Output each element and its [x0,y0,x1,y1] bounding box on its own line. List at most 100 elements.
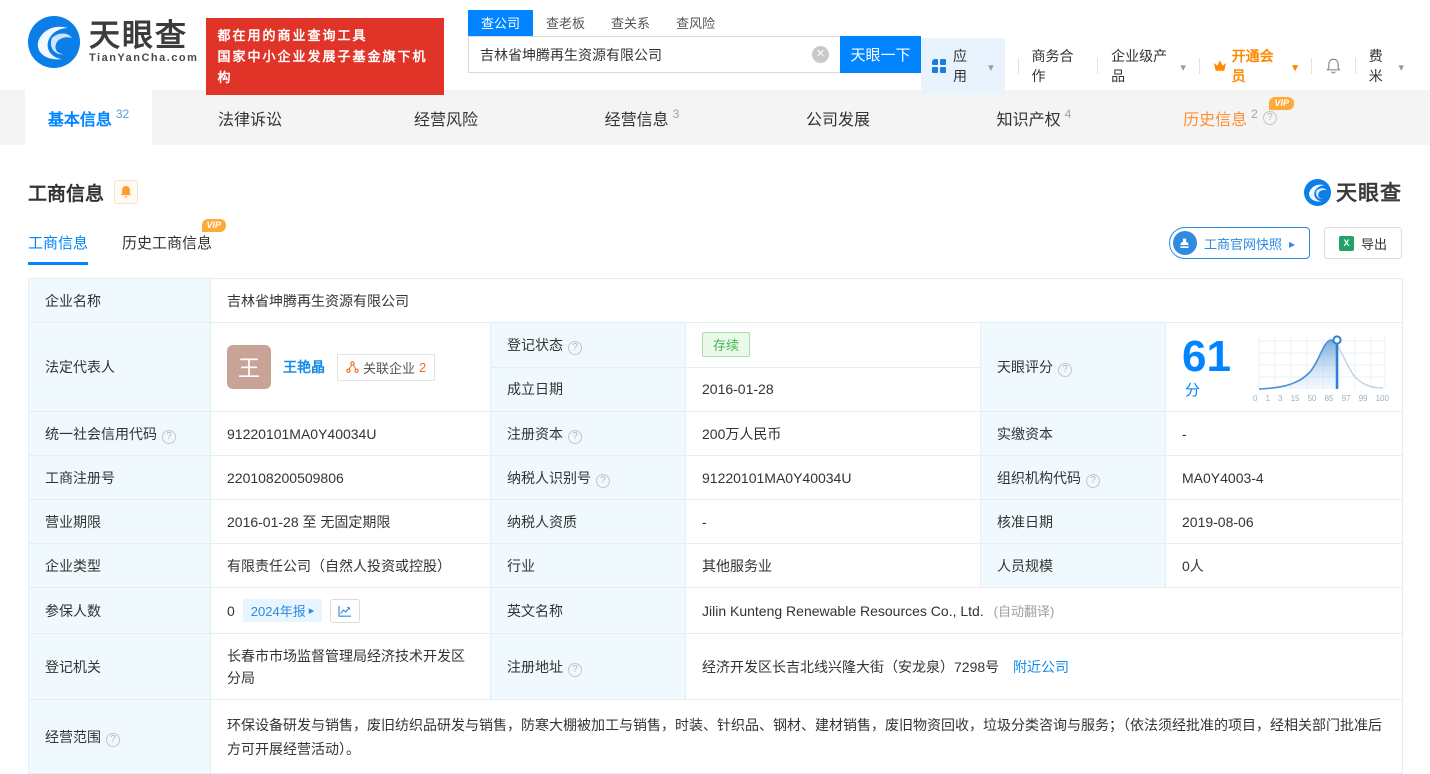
related-companies-label: 关联企业 [363,358,415,377]
tick-label: 50 [1308,394,1317,403]
open-vip-label: 开通会员 [1232,46,1284,86]
tick-label: 99 [1359,394,1368,403]
annual-report-badge[interactable]: 2024年报 [243,599,322,622]
related-companies-count: 2 [419,360,426,375]
tab-basic-count: 32 [116,107,129,121]
establish-date-label: 成立日期 [491,367,686,412]
question-icon[interactable] [568,663,582,677]
taxpayer-qualification-label: 纳税人资质 [491,500,686,544]
notification-bell-icon[interactable] [1325,57,1342,75]
official-snapshot-button[interactable]: 工商官网快照 [1169,227,1310,259]
table-row: 企业名称 吉林省坤腾再生资源有限公司 [29,279,1403,323]
question-icon[interactable] [162,430,176,444]
chevron-down-icon [1176,58,1186,74]
tianyancha-logo[interactable]: 天眼查 TianYanCha.com [28,16,198,68]
search-bar: 天眼一下 [468,36,921,73]
tab-history-info[interactable]: VIP 历史信息 2 [1132,90,1328,145]
search-clear-icon[interactable] [812,46,829,63]
subtab-history-business-info[interactable]: VIP 历史工商信息 [122,232,212,265]
enterprise-name-label: 企业名称 [29,279,211,323]
chevron-down-icon [984,58,994,74]
excel-icon [1339,236,1354,251]
company-type-label: 企业类型 [29,544,211,588]
tick-label: 15 [1291,394,1300,403]
export-label: 导出 [1361,234,1387,253]
approval-date-label: 核准日期 [981,500,1166,544]
open-vip-button[interactable]: 开通会员 [1213,46,1298,86]
credit-code-value: 91220101MA0Y40034U [211,412,491,456]
watermark-logo: 天眼查 [1304,177,1402,207]
subtab-row: 工商信息 VIP 历史工商信息 工商官网快照 导出 [28,227,1402,265]
search-button[interactable]: 天眼一下 [840,36,921,73]
nav-cooperation[interactable]: 商务合作 [1032,46,1085,86]
trend-chart-button[interactable] [330,599,360,623]
tab-history-count: 2 [1251,107,1258,121]
nearby-companies-link[interactable]: 附近公司 [1013,659,1069,675]
reg-authority-value: 长春市市场监督管理局经济技术开发区分局 [211,634,491,700]
legal-rep-avatar[interactable]: 王 [227,345,271,389]
tick-label: 97 [1342,394,1351,403]
trend-chart-icon [338,605,352,617]
section-header: 工商信息 天眼查 [28,177,1402,207]
reg-status-label: 登记状态 [491,323,686,368]
credit-code-label-text: 统一社会信用代码 [45,426,157,442]
vip-badge: VIP [202,219,227,232]
tick-label: 100 [1376,394,1389,403]
tab-legal[interactable]: 法律诉讼 [152,90,348,145]
staff-size-label: 人员规模 [981,544,1166,588]
nav-enterprise-products[interactable]: 企业级产品 [1111,46,1186,86]
snapshot-label: 工商官网快照 [1204,234,1282,253]
question-icon[interactable] [596,474,610,488]
subtab-business-info[interactable]: 工商信息 [28,232,88,265]
question-icon[interactable] [568,341,582,355]
score-distribution-chart: 0 1 3 15 50 85 97 99 100 [1253,331,1389,403]
tab-intellectual-property[interactable]: 知识产权 4 [936,90,1132,145]
paid-capital-value: - [1166,412,1403,456]
tab-basic-info[interactable]: 基本信息 32 [25,90,152,145]
question-icon[interactable] [1263,111,1277,125]
reg-status-value: 存续 [686,323,981,368]
question-icon[interactable] [106,733,120,747]
export-button[interactable]: 导出 [1324,227,1402,259]
status-badge: 存续 [702,332,750,357]
search-tab-boss[interactable]: 查老板 [533,10,598,36]
industry-value: 其他服务业 [686,544,981,588]
legal-rep-name-link[interactable]: 王艳晶 [283,357,325,377]
insured-count-label: 参保人数 [29,588,211,634]
stamp-icon [1173,231,1197,255]
score-number: 61 [1182,332,1231,381]
legal-rep-label: 法定代表人 [29,323,211,412]
english-name-text: Jilin Kunteng Renewable Resources Co., L… [702,603,984,619]
monitor-bell-button[interactable] [114,180,138,204]
question-icon[interactable] [568,430,582,444]
tab-operating-info[interactable]: 经营信息 3 [544,90,740,145]
company-section-tabs: 基本信息 32 法律诉讼 经营风险 经营信息 3 公司发展 知识产权 4 VIP… [0,90,1430,145]
score-label: 天眼评分 [981,323,1166,412]
related-companies-badge[interactable]: 关联企业 2 [337,354,435,381]
reg-capital-value: 200万人民币 [686,412,981,456]
apps-menu[interactable]: 应用 [921,38,1005,94]
english-name-value: Jilin Kunteng Renewable Resources Co., L… [686,588,1403,634]
tab-operating-risk[interactable]: 经营风险 [348,90,544,145]
logo-domain: TianYanCha.com [89,52,198,64]
question-icon[interactable] [1058,363,1072,377]
table-row: 企业类型 有限责任公司（自然人投资或控股） 行业 其他服务业 人员规模 0人 [29,544,1403,588]
header-actions: 工商官网快照 导出 [1169,227,1402,265]
approval-date-value: 2019-08-06 [1166,500,1403,544]
credit-code-label: 统一社会信用代码 [29,412,211,456]
taxpayer-id-label: 纳税人识别号 [491,456,686,500]
industry-label: 行业 [491,544,686,588]
watermark-logo-text: 天眼查 [1336,177,1402,207]
question-icon[interactable] [1086,474,1100,488]
search-tab-risk[interactable]: 查风险 [663,10,728,36]
tick-label: 0 [1253,394,1257,403]
search-input[interactable] [468,36,840,73]
user-menu[interactable]: 费米 [1369,46,1404,86]
search-tab-relation[interactable]: 查关系 [598,10,663,36]
tab-company-development[interactable]: 公司发展 [740,90,936,145]
paid-capital-label: 实缴资本 [981,412,1166,456]
business-term-label: 营业期限 [29,500,211,544]
search-tab-company[interactable]: 查公司 [468,10,533,36]
enterprise-products-label: 企业级产品 [1111,46,1176,86]
tick-label: 85 [1325,394,1334,403]
